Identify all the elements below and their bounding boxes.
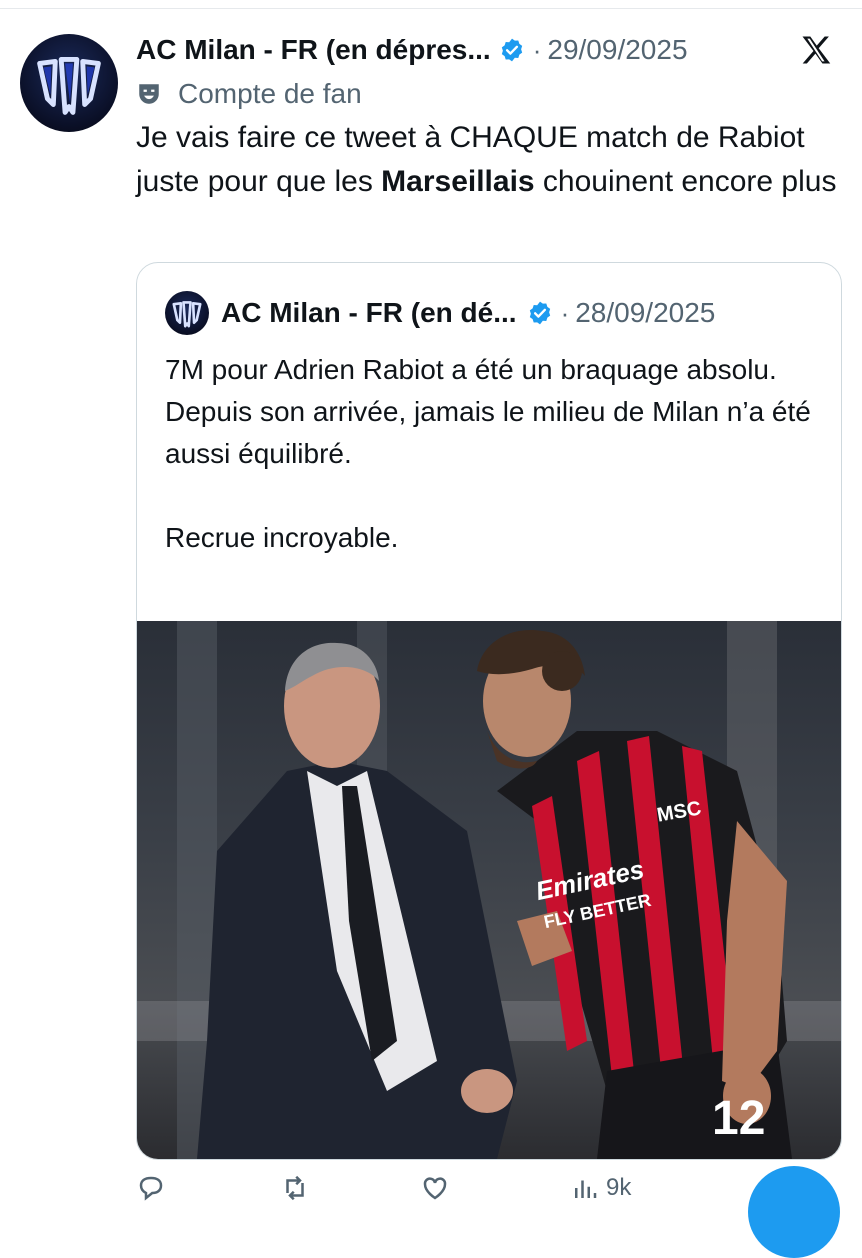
separator-dot: · xyxy=(560,297,570,328)
tweet-actions: 9k xyxy=(136,1168,836,1208)
tweet-header: AC Milan - FR (en dépres... · 29/09/2025 xyxy=(136,30,856,70)
quoted-tweet[interactable]: AC Milan - FR (en dé... · 28/09/2025 7M … xyxy=(136,262,842,1160)
tweet-text-bold[interactable]: Marseillais xyxy=(381,165,534,198)
theater-mask-icon xyxy=(139,84,159,104)
views-count: 9k xyxy=(606,1174,632,1201)
quoted-tweet-date: 28/09/2025 xyxy=(575,297,716,328)
tweet-text-part-2: chouinent encore plus xyxy=(534,165,837,198)
verified-badge-icon xyxy=(501,38,522,62)
quoted-tweet-header: AC Milan - FR (en dé... · 28/09/2025 xyxy=(165,291,715,335)
quoted-tweet-text: 7M pour Adrien Rabiot a été un braquage … xyxy=(165,349,825,559)
quoted-tweet-photo[interactable]: Emirates FLY BETTER MSC 12 xyxy=(137,621,841,1159)
quoted-text-line: 7M pour Adrien Rabiot a été un braquage … xyxy=(165,354,777,385)
quoted-author-name: AC Milan - FR (en dé... xyxy=(221,297,517,328)
shirt-number: 12 xyxy=(712,1092,766,1145)
reply-icon xyxy=(139,1176,163,1201)
author-avatar[interactable] xyxy=(20,34,118,132)
like-button[interactable] xyxy=(420,1173,450,1203)
bar-chart-icon xyxy=(575,1180,597,1198)
views-button[interactable]: 9k xyxy=(570,1173,631,1203)
x-logo-icon[interactable] xyxy=(798,32,834,68)
tweet-date[interactable]: 29/09/2025 xyxy=(547,34,687,66)
verified-badge-icon xyxy=(529,301,550,325)
compose-button[interactable] xyxy=(748,1166,840,1258)
top-divider xyxy=(0,8,862,9)
tweet-text: Je vais faire ce tweet à CHAQUE match de… xyxy=(136,116,846,204)
retweet-button[interactable] xyxy=(280,1173,310,1203)
quoted-author-avatar xyxy=(165,291,209,335)
quoted-text-line: Recrue incroyable. xyxy=(165,522,399,553)
heart-icon xyxy=(423,1177,447,1200)
author-name[interactable]: AC Milan - FR (en dépres... xyxy=(136,34,491,66)
reply-button[interactable] xyxy=(136,1173,166,1203)
retweet-icon xyxy=(286,1175,304,1201)
fan-account-text: Compte de fan xyxy=(178,78,362,109)
separator-dot: · xyxy=(532,34,542,65)
quoted-text-line: Depuis son arrivée, jamais le milieu de … xyxy=(165,396,811,469)
fan-account-label: Compte de fan xyxy=(136,76,362,112)
